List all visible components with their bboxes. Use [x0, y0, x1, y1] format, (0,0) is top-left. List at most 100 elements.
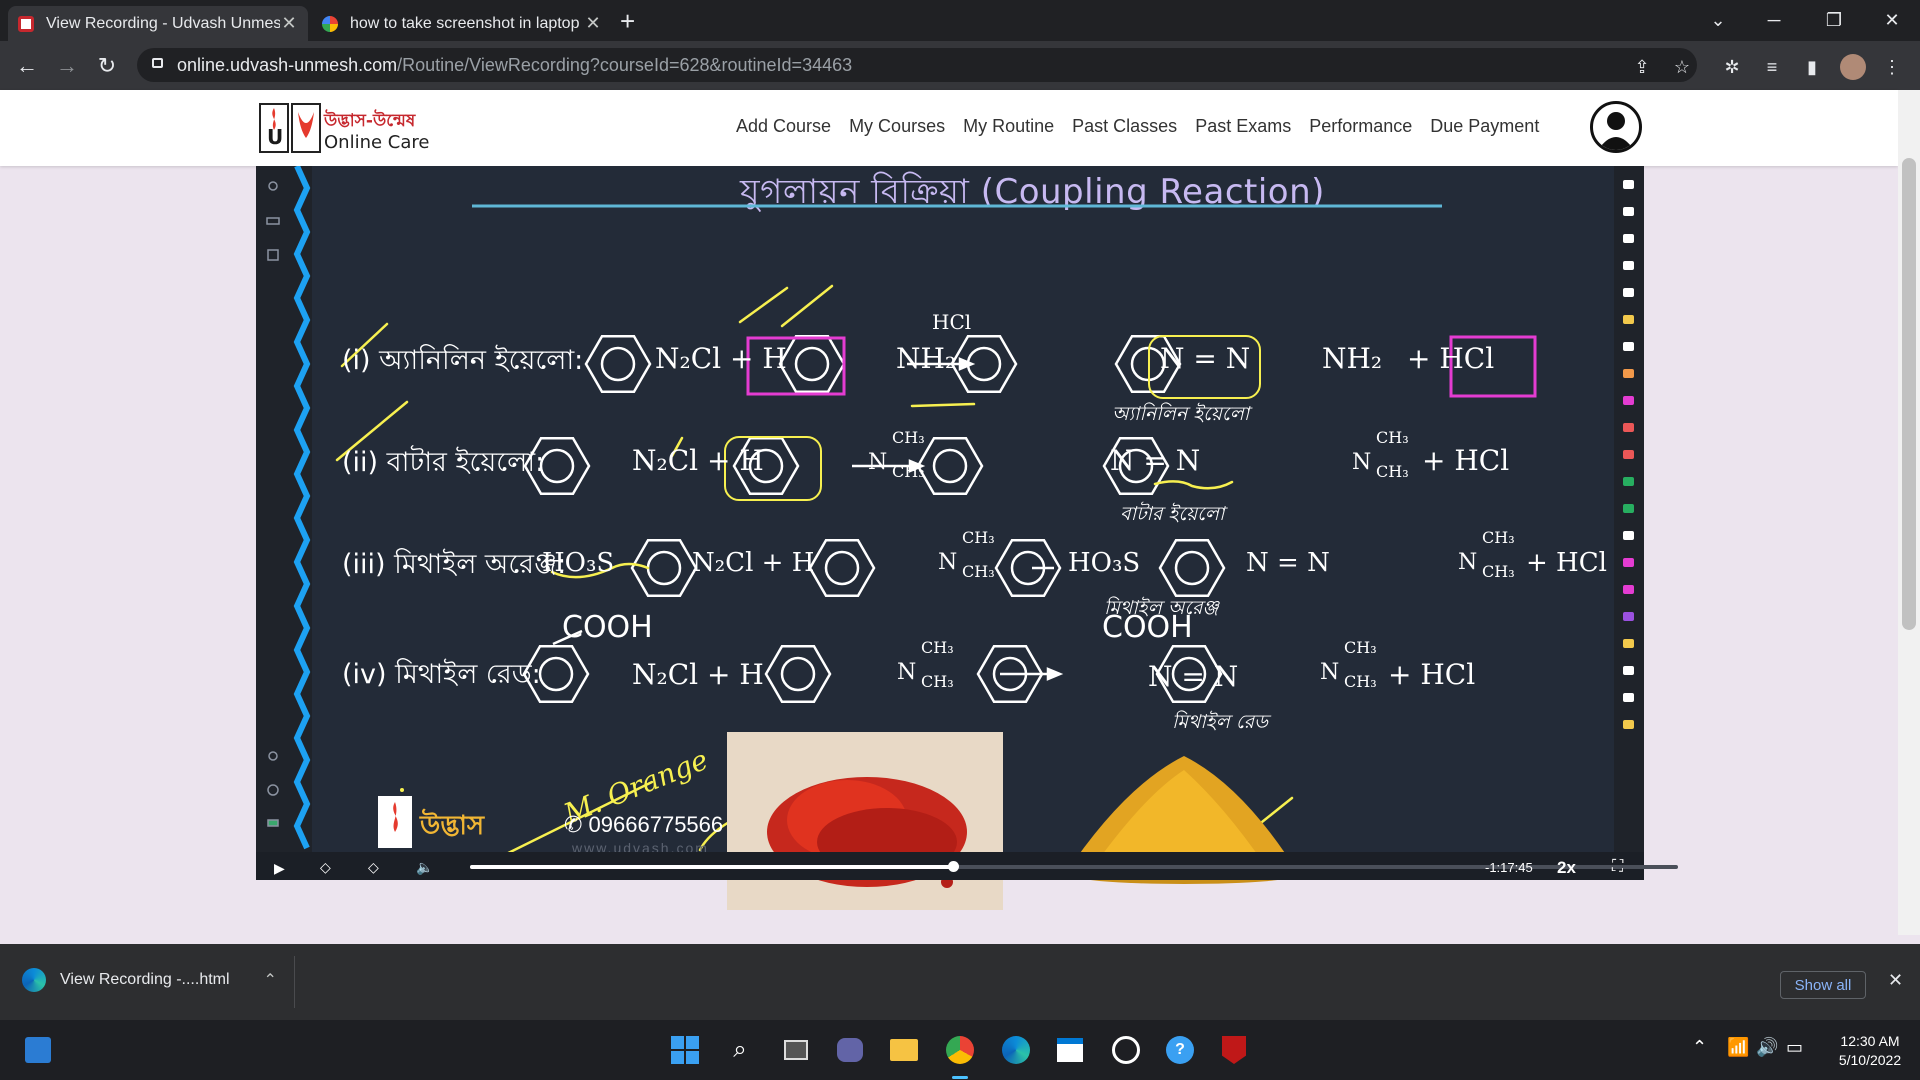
teams-chat-icon[interactable]	[830, 1030, 870, 1070]
tab-title: how to take screenshot in laptop	[350, 14, 580, 32]
chrome-icon[interactable]	[940, 1030, 980, 1070]
microsoft-store-icon[interactable]	[1050, 1030, 1090, 1070]
close-tab-icon[interactable]: ✕	[280, 13, 298, 34]
methyl-4: CH₃	[1376, 462, 1409, 481]
tool-layer-icon	[266, 217, 280, 225]
app-outline-icon[interactable]	[1106, 1030, 1146, 1070]
drawing-tool-icon	[1623, 585, 1634, 594]
minimize-button[interactable]: ─	[1746, 0, 1802, 41]
file-explorer-icon[interactable]	[884, 1030, 924, 1070]
download-file-name: View Recording -....html	[60, 971, 230, 988]
methyl-9: CH₃	[921, 638, 954, 657]
battery-icon[interactable]: ▭	[1786, 1037, 1803, 1058]
forward-skip-button[interactable]: ◇	[368, 859, 379, 876]
product-amine-n-4: N	[1320, 660, 1340, 685]
help-icon[interactable]: ?	[1160, 1030, 1200, 1070]
volume-icon[interactable]: 🔈	[416, 859, 433, 876]
byproduct-hcl-4: + HCl	[1388, 658, 1476, 691]
wifi-icon[interactable]: 📶	[1727, 1037, 1749, 1058]
drawing-tool-icon	[1623, 423, 1634, 432]
rewind-button[interactable]: ◇	[320, 859, 331, 876]
search-icon[interactable]: ⌕	[720, 1030, 760, 1070]
back-button[interactable]: ←	[12, 51, 42, 81]
close-tab-icon[interactable]: ✕	[584, 13, 602, 34]
byproduct-hcl-1: + HCl	[1407, 342, 1495, 375]
drawing-tool-icon	[1623, 612, 1634, 621]
udvash-unmesh-logo[interactable]: U উদ্ভাস-উন্মেষ Online Care	[258, 100, 443, 156]
show-all-button[interactable]: Show all	[1780, 971, 1866, 999]
side-panel-icon[interactable]: ▮	[1800, 55, 1824, 79]
nav-my-routine[interactable]: My Routine	[963, 116, 1054, 137]
task-view-icon[interactable]	[776, 1030, 816, 1070]
methyl-7: CH₃	[1482, 528, 1515, 547]
nav-due-payment[interactable]: Due Payment	[1430, 116, 1539, 137]
forward-button[interactable]: →	[52, 51, 82, 81]
widgets-icon[interactable]	[18, 1030, 58, 1070]
drawing-tool-icon	[1623, 531, 1634, 540]
profile-avatar[interactable]	[1840, 54, 1866, 80]
user-avatar[interactable]	[1590, 101, 1642, 153]
drawing-tool-icon	[1623, 288, 1634, 297]
edge-icon[interactable]	[996, 1030, 1036, 1070]
bookmark-star-icon[interactable]: ☆	[1670, 55, 1694, 79]
mcafee-icon[interactable]	[1214, 1030, 1254, 1070]
tab-view-recording[interactable]: View Recording - Udvash Unmes ✕	[8, 6, 308, 41]
svg-text:U: U	[267, 125, 283, 149]
whiteboard-left-toolbar	[256, 166, 292, 880]
helpline-phone: ✆ 09666775566	[564, 812, 724, 837]
drawing-tool-icon	[1623, 207, 1634, 216]
clock-time: 12:30 AM	[1840, 1033, 1900, 1049]
methyl-12: CH₃	[1344, 672, 1377, 691]
scrollbar-thumb[interactable]	[1902, 158, 1916, 630]
menu-kebab-icon[interactable]: ⋮	[1880, 55, 1904, 79]
share-icon[interactable]: ⇪	[1630, 55, 1654, 79]
seek-bar-played	[470, 865, 954, 869]
nav-performance[interactable]: Performance	[1309, 116, 1412, 137]
speaker-icon[interactable]: 🔊	[1756, 1037, 1778, 1058]
udvash-brand-logo: উদ্ভাস	[378, 796, 485, 848]
board-border-decoration	[293, 166, 311, 850]
reagent-amine-n-2: N	[868, 450, 888, 475]
benzene-ring-aromatic	[600, 346, 636, 382]
methyl-orange-powder-image	[727, 732, 1003, 910]
nav-past-exams[interactable]: Past Exams	[1195, 116, 1291, 137]
reagent-diazo-3: N₂Cl + H	[692, 548, 815, 578]
tab-search-icon[interactable]: ⌄	[1690, 0, 1746, 41]
tab-how-to-screenshot[interactable]: how to take screenshot in laptop ✕	[312, 6, 612, 41]
nav-add-course[interactable]: Add Course	[736, 116, 831, 137]
video-player[interactable]: যুগলায়ন বিক্রিয়া (Coupling Reaction) M…	[256, 166, 1678, 910]
close-downloads-icon[interactable]: ✕	[1888, 970, 1903, 991]
tray-overflow-icon[interactable]: ⌃	[1692, 1037, 1707, 1058]
drawing-tool-icon	[1623, 666, 1634, 675]
new-tab-button[interactable]: +	[620, 6, 635, 36]
system-clock[interactable]: 12:30 AM 5/10/2022	[1830, 1032, 1910, 1070]
site-header: U উদ্ভাস-উন্মেষ Online Care Add Course M…	[0, 90, 1898, 166]
playback-speed[interactable]: 2x	[1557, 858, 1576, 878]
play-button[interactable]: ▶	[274, 860, 285, 877]
restore-button[interactable]: ❐	[1806, 0, 1862, 41]
close-window-button[interactable]: ✕	[1864, 0, 1920, 41]
media-control-icon[interactable]: ≡	[1760, 55, 1784, 79]
reaction-label-4: (iv) মিথাইল রেড:	[342, 659, 541, 690]
product-amine-n-3: N	[1458, 550, 1478, 575]
methyl-1: CH₃	[892, 428, 925, 447]
lock-icon[interactable]	[152, 58, 163, 68]
page-content: U উদ্ভাস-উন্মেষ Online Care Add Course M…	[0, 90, 1898, 1034]
nav-my-courses[interactable]: My Courses	[849, 116, 945, 137]
start-button[interactable]	[665, 1030, 705, 1070]
reaction-label-2: (ii) বাটার ইয়েলো:	[342, 447, 545, 478]
drawing-tool-icon	[1623, 693, 1634, 702]
fullscreen-button[interactable]: ⛶	[1612, 858, 1623, 876]
save-icon	[267, 249, 279, 261]
udvash-favicon-icon	[18, 15, 34, 32]
reload-button[interactable]: ↻	[92, 51, 122, 81]
benzene-rings	[522, 335, 1226, 703]
reagent-diazo-2: N₂Cl + H	[632, 444, 764, 477]
drawing-tool-icon	[1623, 180, 1634, 189]
chevron-up-icon[interactable]: ⌃	[264, 970, 277, 990]
address-bar[interactable]: online.udvash-unmesh.com/Routine/ViewRec…	[137, 48, 1697, 82]
divider	[294, 956, 295, 1008]
download-item[interactable]: View Recording -....html ⌃	[22, 968, 277, 992]
extensions-icon[interactable]: ✲	[1720, 55, 1744, 79]
nav-past-classes[interactable]: Past Classes	[1072, 116, 1177, 137]
